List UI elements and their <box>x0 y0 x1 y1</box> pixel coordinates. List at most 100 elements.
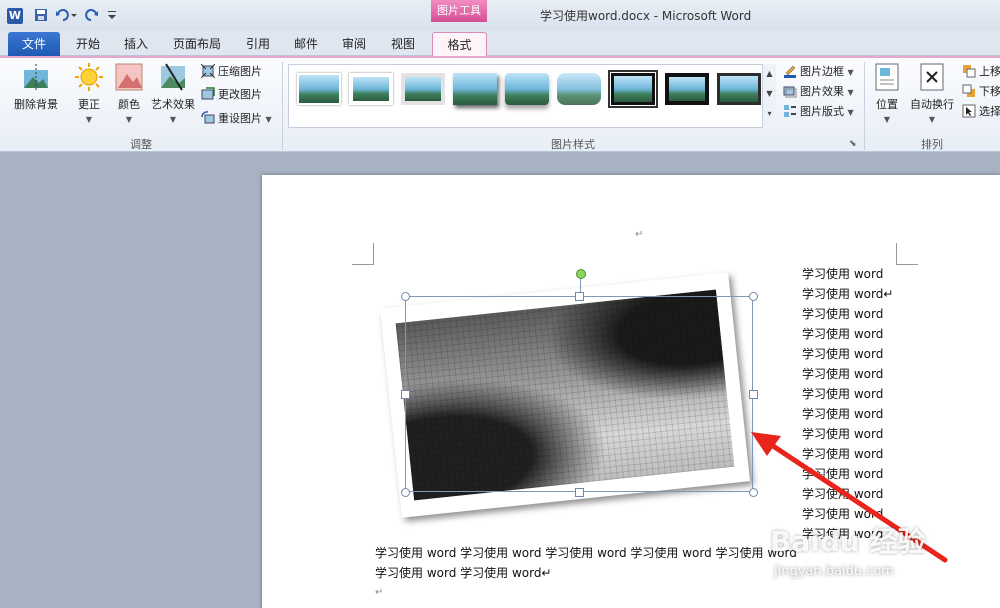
selection-pane-label: 选择 <box>979 105 1000 118</box>
color-picture-icon <box>114 62 144 92</box>
watermark-url: jingyan.baidu.com <box>774 564 894 579</box>
tab-file[interactable]: 文件 <box>8 32 60 56</box>
page-margin-corner <box>896 243 918 265</box>
selected-picture[interactable] <box>379 268 763 520</box>
resize-handle-left[interactable] <box>401 390 410 399</box>
redo-icon[interactable] <box>85 8 99 24</box>
undo-icon[interactable] <box>55 8 77 24</box>
reset-picture-label: 重设图片 <box>218 112 262 125</box>
picture-tools-context-label: 图片工具 <box>431 0 487 22</box>
resize-handle-top-left[interactable] <box>401 292 410 301</box>
body-text-line[interactable]: 学习使用 word 学习使用 word 学习使用 word 学习使用 word … <box>375 544 797 564</box>
picture-layout-button[interactable]: 图片版式 ▼ <box>783 102 854 122</box>
compress-icon <box>200 63 216 79</box>
reset-picture-button[interactable]: 重设图片 ▼ <box>201 109 272 129</box>
customize-quick-access-icon[interactable] <box>107 8 117 24</box>
word-app-icon[interactable]: W <box>7 8 23 24</box>
change-picture-icon <box>201 87 215 101</box>
corrections-button[interactable]: 更正 ▼ <box>70 62 108 125</box>
picture-style-thick-black[interactable] <box>665 73 709 105</box>
window-title: 学习使用word.docx - Microsoft Word <box>540 9 752 23</box>
color-label: 颜色 <box>118 98 140 111</box>
picture-layout-icon <box>783 104 797 118</box>
tab-view[interactable]: 视图 <box>381 32 425 56</box>
send-backward-label: 下移 <box>979 85 1000 98</box>
reset-picture-icon <box>201 111 215 125</box>
position-label: 位置 <box>876 98 898 111</box>
bring-forward-icon <box>962 64 976 78</box>
text-line[interactable]: 学习使用 word <box>802 325 883 345</box>
page-margin-corner <box>352 243 374 265</box>
adjust-group-label: 调整 <box>130 138 152 151</box>
compress-pictures-button[interactable]: 压缩图片 <box>200 62 262 82</box>
resize-handle-bottom[interactable] <box>575 488 584 497</box>
picture-style-drop-shadow[interactable] <box>453 73 497 105</box>
selection-pane-icon <box>962 104 976 118</box>
baidu-jingyan-watermark: Baidu 经验 jingyan.baidu.com <box>770 520 1000 608</box>
resize-handle-right[interactable] <box>749 390 758 399</box>
resize-handle-top[interactable] <box>575 292 584 301</box>
compress-label: 压缩图片 <box>218 65 262 78</box>
ribbon-tab-bar: 文件 开始 插入 页面布局 引用 邮件 审阅 视图 格式 <box>0 30 1000 56</box>
remove-background-icon <box>21 62 51 92</box>
change-picture-button[interactable]: 更改图片 <box>201 85 262 105</box>
text-line[interactable]: 学习使用 word <box>802 365 883 385</box>
send-backward-icon <box>962 84 976 98</box>
change-picture-label: 更改图片 <box>218 88 262 101</box>
tab-insert[interactable]: 插入 <box>114 32 158 56</box>
text-line[interactable]: 学习使用 word <box>802 345 883 365</box>
picture-style-simple-frame[interactable] <box>297 73 341 105</box>
arrange-group-label: 排列 <box>921 138 943 151</box>
artistic-effects-icon <box>158 62 188 92</box>
tab-references[interactable]: 引用 <box>236 32 280 56</box>
tab-mailings[interactable]: 邮件 <box>284 32 328 56</box>
picture-style-reflected[interactable] <box>505 73 549 105</box>
bring-forward-label: 上移 <box>979 65 1000 78</box>
text-line[interactable]: 学习使用 word <box>802 265 883 285</box>
selection-box <box>405 296 753 492</box>
picture-effects-icon <box>783 84 797 98</box>
paragraph-mark: ↵ <box>635 229 644 240</box>
selection-pane-button[interactable]: 选择 <box>962 102 1000 122</box>
picture-style-metal-frame[interactable] <box>717 73 761 105</box>
corrections-label: 更正 <box>78 98 100 111</box>
picture-effects-button[interactable]: 图片效果 ▼ <box>783 82 854 102</box>
picture-style-double-frame-black[interactable] <box>608 70 658 108</box>
tab-review[interactable]: 审阅 <box>332 32 376 56</box>
picture-style-soft-edge[interactable] <box>557 73 601 105</box>
wrap-text-button[interactable]: 自动换行 ▼ <box>906 62 958 125</box>
ribbon: 删除背景 更正 ▼ 颜色 ▼ 艺术效果 ▼ 压缩图片 更改图片 重设图片 ▼ 调整 <box>0 56 1000 152</box>
picture-effects-label: 图片效果 <box>800 85 844 98</box>
picture-border-button[interactable]: 图片边框 ▼ <box>783 62 854 82</box>
gallery-scroll[interactable]: ▲ ▼ ▾ <box>762 64 776 128</box>
resize-handle-top-right[interactable] <box>749 292 758 301</box>
position-button[interactable]: 位置 ▼ <box>870 62 904 125</box>
picture-styles-dialog-launcher[interactable]: ⬊ <box>849 134 857 154</box>
send-backward-button[interactable]: 下移 <box>962 82 1000 102</box>
picture-border-label: 图片边框 <box>800 65 844 78</box>
tab-home[interactable]: 开始 <box>66 32 110 56</box>
title-bar: W 图片工具 学习使用word.docx - Microsoft Word <box>0 0 1000 30</box>
tab-page-layout[interactable]: 页面布局 <box>166 32 228 56</box>
body-text-line[interactable]: 学习使用 word 学习使用 word↵ <box>375 564 552 584</box>
text-line[interactable]: 学习使用 word <box>802 305 883 325</box>
picture-style-soft-frame[interactable] <box>401 73 445 105</box>
watermark-logo: Baidu 经验 <box>770 525 926 558</box>
artistic-effects-label: 艺术效果 <box>151 98 195 111</box>
picture-layout-label: 图片版式 <box>800 105 844 118</box>
text-line[interactable]: 学习使用 word↵ <box>802 285 893 305</box>
artistic-effects-button[interactable]: 艺术效果 ▼ <box>148 62 198 125</box>
picture-style-thick-matte[interactable] <box>349 73 393 105</box>
remove-background-button[interactable]: 删除背景 <box>8 62 64 112</box>
tab-format[interactable]: 格式 <box>432 32 487 56</box>
bring-forward-button[interactable]: 上移 <box>962 62 1000 82</box>
sun-icon <box>74 62 104 92</box>
text-line[interactable]: 学习使用 word <box>802 385 883 405</box>
save-icon[interactable] <box>34 8 48 24</box>
picture-styles-gallery <box>288 64 776 128</box>
position-icon <box>872 62 902 92</box>
rotate-handle[interactable] <box>576 269 586 279</box>
paragraph-mark: ↵ <box>375 587 384 598</box>
resize-handle-bottom-left[interactable] <box>401 488 410 497</box>
color-button[interactable]: 颜色 ▼ <box>112 62 146 125</box>
